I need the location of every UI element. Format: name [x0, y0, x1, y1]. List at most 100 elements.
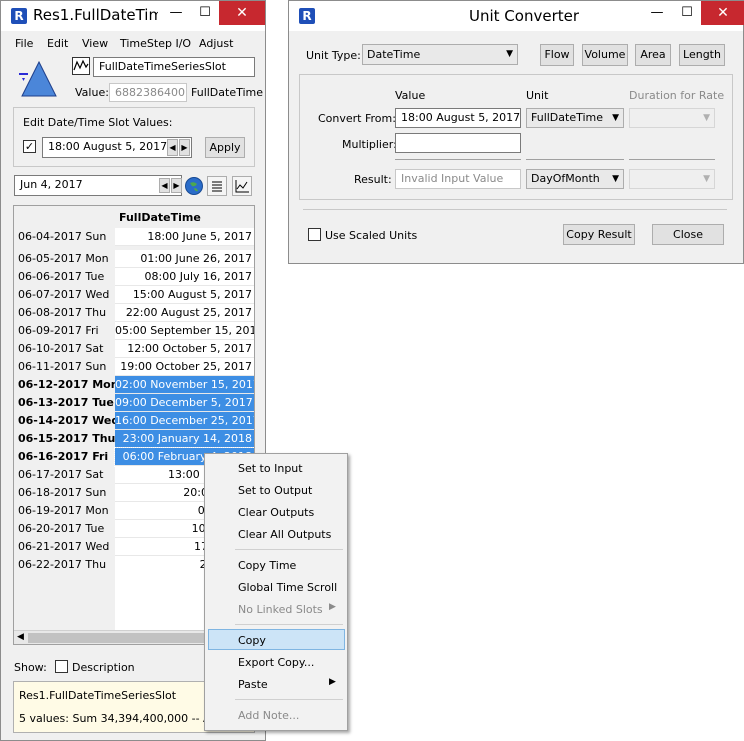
table-row[interactable]: 06-11-2017 Sun 19:00 October 25, 2017	[14, 358, 254, 376]
table-row[interactable]: 06-08-2017 Thu 22:00 August 25, 2017	[14, 304, 254, 322]
value-label: Value:	[75, 86, 109, 99]
table-row[interactable]: 06-05-2017 Mon 01:00 June 26, 2017	[14, 250, 254, 268]
converter-title: Unit Converter	[469, 7, 580, 25]
list-view-button[interactable]	[207, 176, 227, 196]
row-value-cell[interactable]: 22:00 August 25, 2017	[115, 304, 254, 322]
slot-window-titlebar[interactable]: R Res1.FullDateTim... — ☐ ✕	[1, 1, 265, 31]
close-dialog-button[interactable]: Close	[652, 224, 724, 245]
nav-next-button[interactable]: ▶	[171, 178, 182, 193]
reservoir-icon	[19, 60, 57, 97]
menu-timestep-io[interactable]: TimeStep I/O	[120, 37, 191, 50]
row-value-cell[interactable]: 18:00 June 5, 2017	[115, 228, 254, 246]
edit-enable-checkbox[interactable]: ✓	[23, 140, 36, 153]
row-date: 06-07-2017 Wed	[18, 288, 110, 301]
row-value-cell[interactable]: 02:00 November 15, 2017	[115, 376, 254, 394]
row-value-cell[interactable]: 23:00 January 14, 2018	[115, 430, 254, 448]
value-field[interactable]: 6882386400.0	[109, 83, 187, 102]
unit-type-select[interactable]: DateTime ▼	[362, 44, 518, 65]
menu-export-copy[interactable]: Export Copy...	[238, 656, 314, 669]
grid-column-header[interactable]: FullDateTime	[119, 211, 201, 224]
spin-left-button[interactable]: ◀	[167, 139, 178, 156]
submenu-arrow-icon: ▶	[329, 602, 336, 612]
minimize-button[interactable]: —	[161, 1, 191, 25]
converter-titlebar[interactable]: R Unit Converter — ☐ ✕	[289, 1, 744, 31]
menu-clear-all-outputs[interactable]: Clear All Outputs	[238, 528, 331, 541]
table-row[interactable]: 06-12-2017 Mon 02:00 November 15, 2017	[14, 376, 254, 394]
multiplier-label: Multiplier:	[342, 138, 397, 151]
menu-view[interactable]: View	[82, 37, 108, 50]
row-date: 06-22-2017 Thu	[18, 558, 107, 571]
row-value-cell[interactable]: 19:00 October 25, 2017	[115, 358, 254, 376]
table-row[interactable]: 06-13-2017 Tue 09:00 December 5, 2017	[14, 394, 254, 412]
menu-set-to-input[interactable]: Set to Input	[238, 462, 303, 475]
close-button[interactable]: ✕	[219, 1, 265, 25]
multiplier-field[interactable]	[395, 133, 521, 153]
row-date: 06-12-2017 Mon	[18, 378, 119, 391]
menu-copy[interactable]: Copy	[238, 634, 266, 647]
convert-from-field[interactable]: 18:00 August 5, 2017	[395, 108, 521, 128]
converter-minimize-button[interactable]: —	[641, 1, 673, 25]
convert-from-duration-select[interactable]: ▼	[629, 108, 715, 128]
menu-edit[interactable]: Edit	[47, 37, 68, 50]
convert-from-unit-select[interactable]: FullDateTime ▼	[526, 108, 624, 128]
row-value-cell[interactable]: 01:00 June 26, 2017	[115, 250, 254, 268]
row-date: 06-08-2017 Thu	[18, 306, 107, 319]
convert-from-label: Convert From:	[318, 112, 396, 125]
menu-set-to-output[interactable]: Set to Output	[238, 484, 312, 497]
chevron-down-icon: ▼	[703, 174, 710, 184]
table-row[interactable]: 06-04-2017 Sun 18:00 June 5, 2017	[14, 228, 254, 246]
table-row[interactable]: 06-06-2017 Tue 08:00 July 16, 2017	[14, 268, 254, 286]
result-unit-select[interactable]: DayOfMonth ▼	[526, 169, 624, 189]
menu-paste[interactable]: Paste	[238, 678, 268, 691]
row-value-cell[interactable]: 08:00 July 16, 2017	[115, 268, 254, 286]
menu-adjust[interactable]: Adjust	[199, 37, 233, 50]
status-slot-name: Res1.FullDateTimeSeriesSlot	[19, 689, 177, 702]
slot-name-field[interactable]: FullDateTimeSeriesSlot	[93, 57, 255, 77]
table-row[interactable]: 06-07-2017 Wed 15:00 August 5, 2017	[14, 286, 254, 304]
result-duration-select[interactable]: ▼	[629, 169, 715, 189]
row-date: 06-06-2017 Tue	[18, 270, 105, 283]
converter-close-button[interactable]: ✕	[701, 1, 744, 25]
nav-date-field[interactable]: Jun 4, 2017	[14, 175, 182, 196]
length-button[interactable]: Length	[679, 44, 725, 66]
row-date: 06-16-2017 Fri	[18, 450, 109, 463]
row-date: 06-13-2017 Tue	[18, 396, 114, 409]
table-row[interactable]: 06-10-2017 Sat 12:00 October 5, 2017	[14, 340, 254, 358]
row-date: 06-21-2017 Wed	[18, 540, 110, 553]
table-row[interactable]: 06-15-2017 Thu 23:00 January 14, 2018	[14, 430, 254, 448]
row-value-cell[interactable]: 05:00 September 15, 2017	[115, 322, 254, 340]
menu-global-time-scroll[interactable]: Global Time Scroll	[238, 581, 337, 594]
result-unit-value: DayOfMonth	[531, 172, 600, 185]
col-value-header: Value	[395, 89, 426, 102]
row-value-cell[interactable]: 15:00 August 5, 2017	[115, 286, 254, 304]
menu-file[interactable]: File	[15, 37, 33, 50]
col-unit-header: Unit	[526, 89, 549, 102]
nav-prev-button[interactable]: ◀	[159, 178, 170, 193]
table-row[interactable]: 06-09-2017 Fri 05:00 September 15, 2017	[14, 322, 254, 340]
scroll-left-arrow[interactable]: ◀	[17, 632, 24, 642]
menu-clear-outputs[interactable]: Clear Outputs	[238, 506, 314, 519]
copy-result-button[interactable]: Copy Result	[563, 224, 635, 245]
maximize-button[interactable]: ☐	[191, 1, 219, 25]
result-separator-value	[395, 159, 521, 160]
description-checkbox[interactable]	[55, 660, 68, 673]
globe-icon[interactable]	[185, 177, 203, 195]
volume-button[interactable]: Volume	[582, 44, 628, 66]
menu-copy-time[interactable]: Copy Time	[238, 559, 296, 572]
result-separator-duration	[629, 159, 715, 160]
flow-button[interactable]: Flow	[540, 44, 574, 66]
context-menu: Set to Input Set to Output Clear Outputs…	[204, 453, 348, 731]
bottom-separator	[303, 209, 727, 210]
table-row[interactable]: 06-14-2017 Wed 16:00 December 25, 2017	[14, 412, 254, 430]
row-date: 06-17-2017 Sat	[18, 468, 104, 481]
scroll-thumb[interactable]	[28, 633, 208, 643]
area-button[interactable]: Area	[635, 44, 671, 66]
row-value-cell[interactable]: 16:00 December 25, 2017	[115, 412, 254, 430]
row-value-cell[interactable]: 09:00 December 5, 2017	[115, 394, 254, 412]
plot-view-button[interactable]	[232, 176, 252, 196]
converter-maximize-button[interactable]: ☐	[673, 1, 701, 25]
apply-button[interactable]: Apply	[205, 137, 245, 158]
row-value-cell[interactable]: 12:00 October 5, 2017	[115, 340, 254, 358]
use-scaled-checkbox[interactable]	[308, 228, 321, 241]
spin-right-button[interactable]: ▶	[179, 139, 190, 156]
